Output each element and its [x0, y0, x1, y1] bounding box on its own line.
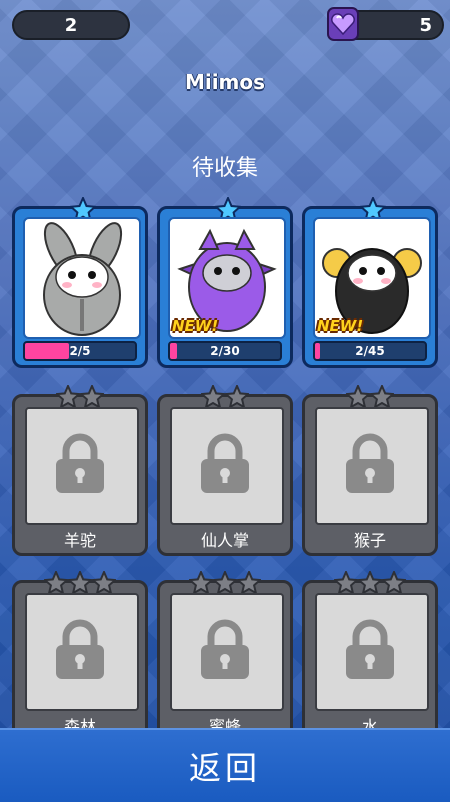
lock-icon — [201, 433, 249, 493]
collection-progress-text: 2/45 — [355, 344, 385, 358]
score-value: 2 — [64, 14, 78, 36]
star-icon — [382, 571, 406, 595]
star-icon — [56, 385, 80, 409]
star-icon — [358, 571, 382, 595]
star-icon — [201, 385, 225, 409]
score-counter: 2 — [12, 10, 130, 40]
locked-card[interactable]: 仙人掌 — [157, 385, 293, 556]
star-icon — [225, 385, 249, 409]
locked-card-label: 羊驼 — [63, 531, 96, 550]
collection-progress-text: 2/30 — [210, 344, 240, 358]
footer-bar: 返回 — [0, 728, 450, 802]
locked-card[interactable]: 蜜蜂 — [157, 571, 293, 742]
locked-card-label: 猴子 — [353, 531, 386, 550]
star-icon — [189, 571, 213, 595]
creature-portrait — [23, 217, 141, 339]
star-rating — [305, 571, 435, 595]
locked-card[interactable]: 猴子 — [302, 385, 438, 556]
star-rating — [15, 385, 145, 409]
creature-card-bunny[interactable]: 2/5 — [12, 197, 148, 368]
collection-progress-bar: 2/45 — [313, 341, 427, 361]
lock-icon — [201, 619, 249, 679]
creature-portrait: NEW! — [168, 217, 286, 339]
star-rating — [15, 571, 145, 595]
creature-portrait: NEW! — [313, 217, 431, 339]
star-icon — [370, 385, 394, 409]
lock-icon — [56, 619, 104, 679]
collection-progress-bar: 2/5 — [23, 341, 137, 361]
star-rating — [160, 385, 290, 409]
star-rating — [305, 385, 435, 409]
lock-icon — [346, 433, 394, 493]
locked-card-label: 仙人掌 — [200, 531, 249, 550]
locked-card[interactable]: 森林 — [12, 571, 148, 742]
locked-card[interactable]: 水 — [302, 571, 438, 742]
lock-icon — [346, 619, 394, 679]
creature-card-ram[interactable]: NEW! 2/45 — [302, 197, 438, 368]
bunny-creature-icon — [43, 222, 123, 336]
star-icon — [44, 571, 68, 595]
new-badge: NEW! — [172, 317, 219, 335]
star-rating — [160, 571, 290, 595]
lock-icon — [56, 433, 104, 493]
collection-progress-bar: 2/30 — [168, 341, 282, 361]
star-icon — [68, 571, 92, 595]
purple-heart-gem-icon — [327, 7, 359, 41]
page-title: Miimos — [184, 70, 266, 94]
collection-progress-text: 2/5 — [69, 344, 91, 358]
gem-value: 5 — [419, 14, 432, 36]
section-header-uncollected: 待收集 — [191, 156, 258, 181]
new-badge: NEW! — [317, 317, 364, 335]
star-icon — [334, 571, 358, 595]
star-icon — [92, 571, 116, 595]
creature-card-bat[interactable]: NEW! 2/30 — [157, 197, 293, 368]
star-icon — [80, 385, 104, 409]
locked-card[interactable]: 羊驼 — [12, 385, 148, 556]
back-button[interactable]: 返回 — [189, 743, 261, 789]
star-icon — [346, 385, 370, 409]
star-icon — [237, 571, 261, 595]
star-icon — [213, 571, 237, 595]
